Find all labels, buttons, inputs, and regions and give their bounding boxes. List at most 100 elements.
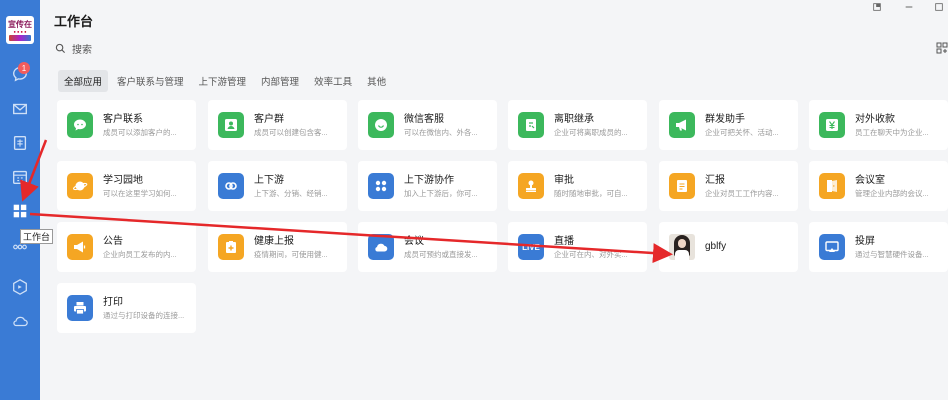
category-tabs: 全部应用 客户联系与管理 上下游管理 内部管理 效率工具 其他 (58, 70, 395, 92)
app-desc: 企业可将离职成员的... (554, 127, 628, 137)
tab-efficiency-tools[interactable]: 效率工具 (308, 70, 358, 92)
tab-other[interactable]: 其他 (361, 70, 392, 92)
tab-all-apps[interactable]: 全部应用 (58, 70, 109, 92)
link-icon (218, 173, 244, 199)
search-placeholder: 搜索 (72, 44, 92, 56)
photo-avatar (669, 234, 695, 260)
app-desc: 成员可预约或直接发... (404, 249, 478, 259)
cloud-icon (368, 234, 394, 260)
app-name: 会议 (404, 235, 424, 247)
app-name: 群发助手 (705, 113, 745, 125)
yuan-icon (819, 112, 845, 138)
app-card-external-payment[interactable]: 对外收款员工在聊天中为企业... (809, 100, 948, 150)
app-card-health-report[interactable]: 健康上报疫情期间，可使用健... (208, 222, 347, 272)
search-icon (55, 43, 66, 53)
live-label: LIVE (522, 242, 540, 252)
app-name: 上下游 (254, 174, 284, 186)
cloud-drive-icon[interactable] (10, 311, 30, 331)
app-card-mass-send[interactable]: 群发助手企业可把关怀、活动... (659, 100, 798, 150)
app-desc: 加入上下游后，你可... (404, 188, 478, 198)
health-icon (218, 234, 244, 260)
workbench-tooltip: 工作台 (20, 229, 53, 244)
handover-icon (518, 112, 544, 138)
app-card-learning[interactable]: 学习园地 可以在这里学习如何... (57, 161, 196, 211)
app-card-print[interactable]: 打印通过与打印设备的连接... (57, 283, 196, 333)
app-card-wechat-service[interactable]: 微信客服可以在微信内、外各... (358, 100, 497, 150)
report-icon (669, 173, 695, 199)
app-name: 上下游协作 (404, 174, 454, 186)
app-card-announcement[interactable]: 公告企业向员工发布的内... (57, 222, 196, 272)
app-name: 对外收款 (855, 113, 895, 125)
app-desc: 可以在这里学习如何... (103, 188, 177, 198)
app-card-live[interactable]: LIVE 直播企业可在内、对外实... (508, 222, 647, 272)
minimize-icon[interactable] (902, 1, 916, 13)
app-desc: 管理企业内部的会议... (855, 188, 929, 198)
calendar-icon[interactable] (10, 167, 30, 187)
app-desc: 员工在聊天中为企业... (855, 127, 929, 137)
app-card-resignation-inherit[interactable]: 离职继承企业可将离职成员的... (508, 100, 647, 150)
avatar-stripe (9, 34, 31, 41)
pin-window-icon[interactable] (870, 1, 884, 13)
service-icon (368, 112, 394, 138)
app-card-supply-chain[interactable]: 上下游上下游、分销、经销... (208, 161, 347, 211)
app-desc: 企业可在内、对外实... (554, 249, 628, 259)
app-name: gblfy (705, 241, 727, 252)
unread-badge: 1 (18, 62, 30, 74)
tab-customer-management[interactable]: 客户联系与管理 (111, 70, 190, 92)
app-name: 直播 (554, 235, 574, 247)
app-desc: 企业对员工工作内容... (705, 188, 779, 198)
app-card-gblfy[interactable]: gblfy (659, 222, 798, 272)
app-desc: 成员可以创建包含客... (254, 127, 328, 137)
app-manage-icon[interactable] (936, 42, 948, 54)
app-desc: 随时随地审批，可自... (554, 188, 628, 198)
app-card-meeting[interactable]: 会议成员可预约或直接发... (358, 222, 497, 272)
app-desc: 成员可以添加客户的... (103, 127, 177, 137)
app-name: 离职继承 (554, 113, 594, 125)
cast-icon (819, 234, 845, 260)
app-card-customer-group[interactable]: 客户群成员可以创建包含客... (208, 100, 347, 150)
app-desc: 通过与打印设备的连接... (103, 310, 185, 320)
tab-supply-chain[interactable]: 上下游管理 (193, 70, 253, 92)
cube-icon[interactable] (10, 277, 30, 297)
app-name: 客户联系 (103, 113, 143, 125)
app-name: 汇报 (705, 174, 725, 186)
app-name: 审批 (554, 174, 574, 186)
app-name: 会议室 (855, 174, 885, 186)
app-card-customer-contact[interactable]: 客户联系成员可以添加客户的... (57, 100, 196, 150)
megaphone-icon (669, 112, 695, 138)
app-card-report[interactable]: 汇报企业对员工工作内容... (659, 161, 798, 211)
app-desc: 企业可把关怀、活动... (705, 127, 779, 137)
app-name: 投屏 (855, 235, 875, 247)
app-name: 打印 (103, 296, 123, 308)
app-desc: 企业向员工发布的内... (103, 249, 177, 259)
search-input[interactable]: 搜索 (55, 41, 92, 56)
avatar-text: 宣传在 (8, 18, 32, 29)
app-name: 微信客服 (404, 113, 444, 125)
app-name: 健康上报 (254, 235, 294, 247)
docs-icon[interactable] (10, 133, 30, 153)
maximize-icon[interactable] (932, 1, 946, 13)
app-desc: 可以在微信内、外各... (404, 127, 478, 137)
app-name: 客户群 (254, 113, 284, 125)
app-desc: 上下游、分销、经销... (254, 188, 328, 198)
live-icon: LIVE (518, 234, 544, 260)
app-card-supply-chain-collab[interactable]: 上下游协作加入上下游后，你可... (358, 161, 497, 211)
tab-internal-management[interactable]: 内部管理 (255, 70, 305, 92)
avatar-subtext: ● ● ● ● (13, 28, 27, 34)
chat-icon (67, 112, 93, 138)
stamp-icon (518, 173, 544, 199)
mail-icon[interactable] (10, 99, 30, 119)
app-card-meeting-room[interactable]: 会议室管理企业内部的会议... (809, 161, 948, 211)
app-name: 公告 (103, 235, 123, 247)
door-icon (819, 173, 845, 199)
avatar[interactable]: 宣传在 ● ● ● ● (6, 16, 34, 44)
app-card-approval[interactable]: 审批随时随地审批，可自... (508, 161, 647, 211)
apps-icon (368, 173, 394, 199)
app-card-screen-cast[interactable]: 投屏通过与智慧硬件设备... (809, 222, 948, 272)
app-desc: 通过与智慧硬件设备... (855, 249, 929, 259)
page-title: 工作台 (54, 14, 94, 29)
group-icon (218, 112, 244, 138)
sidebar: 宣传在 ● ● ● ● 1 (0, 0, 40, 400)
workbench-icon[interactable] (10, 201, 30, 221)
app-desc: 疫情期间，可使用健... (254, 249, 328, 259)
